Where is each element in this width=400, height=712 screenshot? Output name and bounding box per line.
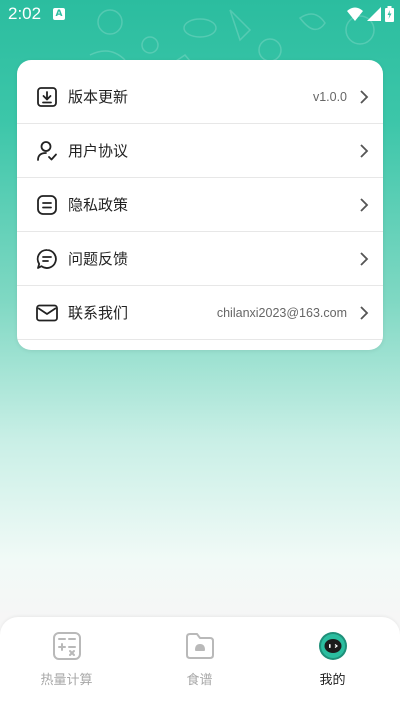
settings-item-label: 联系我们 <box>68 304 129 322</box>
contact-email: chilanxi2023@163.com <box>216 306 347 320</box>
tab-label: 食谱 <box>186 673 213 688</box>
settings-item-contact-us[interactable]: 联系我们 chilanxi2023@163.com <box>17 286 383 340</box>
feedback-chat-icon <box>36 249 57 269</box>
settings-item-label: 问题反馈 <box>68 250 129 268</box>
download-icon <box>37 87 57 107</box>
tab-mine[interactable]: 我的 <box>266 617 399 712</box>
calculator-icon <box>52 632 81 660</box>
chevron-right-icon <box>360 198 369 212</box>
chevron-right-icon <box>360 90 369 104</box>
user-check-icon <box>37 141 57 161</box>
status-icons <box>347 4 394 24</box>
settings-item-user-agreement[interactable]: 用户协议 <box>17 124 383 178</box>
status-time: 2:02 <box>8 4 42 23</box>
chevron-right-icon <box>360 144 369 158</box>
wifi-icon <box>347 7 363 21</box>
settings-item-label: 用户协议 <box>68 142 129 160</box>
bottom-tab-bar: 热量计算 食谱 我的 <box>0 617 400 712</box>
status-bar: 2:02 A <box>0 0 400 28</box>
recipe-folder-icon <box>185 633 214 659</box>
settings-item-version-update[interactable]: 版本更新 v1.0.0 <box>17 70 383 124</box>
battery-icon <box>385 6 394 22</box>
chevron-right-icon <box>360 252 369 266</box>
tab-calorie-calculator[interactable]: 热量计算 <box>0 617 133 712</box>
tab-recipes[interactable]: 食谱 <box>133 617 266 712</box>
document-icon <box>37 195 57 215</box>
settings-card: 版本更新 v1.0.0 用户协议 隐私政策 问题反馈 联系我们 chilanxi <box>17 60 383 350</box>
settings-item-label: 隐私政策 <box>68 196 129 214</box>
tab-label: 我的 <box>319 673 346 688</box>
settings-item-privacy-policy[interactable]: 隐私政策 <box>17 178 383 232</box>
signal-icon <box>367 7 381 21</box>
settings-item-label: 版本更新 <box>68 88 129 106</box>
settings-item-feedback[interactable]: 问题反馈 <box>17 232 383 286</box>
notification-icon: A <box>53 8 65 20</box>
tab-label: 热量计算 <box>40 673 93 688</box>
face-icon <box>318 632 347 660</box>
mail-icon <box>36 304 58 322</box>
chevron-right-icon <box>360 306 369 320</box>
version-value: v1.0.0 <box>312 90 347 104</box>
